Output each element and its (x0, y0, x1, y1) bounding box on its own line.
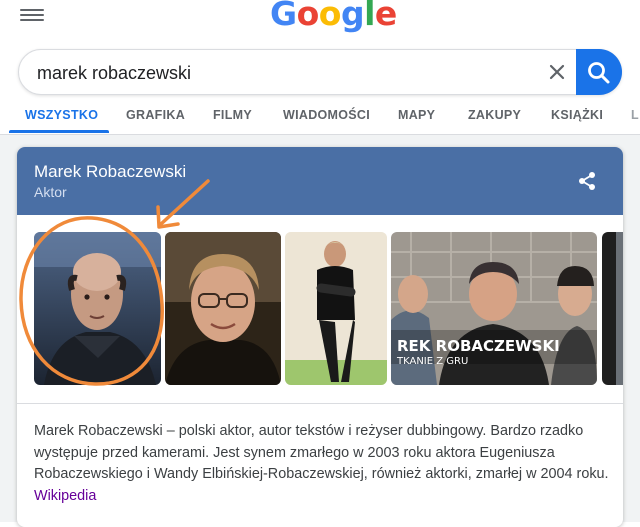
tab-mapy[interactable]: MAPY (398, 108, 435, 122)
person-photo-5[interactable] (602, 232, 623, 385)
person-photo-4[interactable]: REK ROBACZEWSKI TKANIE Z GRU (391, 232, 597, 385)
share-icon[interactable] (577, 171, 597, 191)
search-input[interactable] (35, 60, 539, 86)
knowledge-panel: Marek Robaczewski Aktor REK ROBACZEWSKI … (17, 147, 623, 527)
tab-zakupy[interactable]: ZAKUPY (468, 108, 521, 122)
entity-title[interactable]: Marek Robaczewski (34, 162, 186, 182)
tab-filmy[interactable]: FILMY (213, 108, 252, 122)
entity-description: Marek Robaczewski – polski aktor, autor … (34, 421, 610, 507)
image-carousel: REK ROBACZEWSKI TKANIE Z GRU (17, 215, 623, 395)
tab-overflow-partial[interactable]: L (631, 108, 639, 122)
close-icon[interactable] (545, 60, 569, 84)
search-tabs: WSZYSTKO GRAFIKA FILMY WIADOMOŚCI MAPY Z… (0, 100, 640, 134)
active-tab-indicator (9, 130, 109, 133)
tab-wiadomosci[interactable]: WIADOMOŚCI (283, 108, 370, 122)
logo-letter-o1: o (296, 0, 320, 33)
tab-grafika[interactable]: GRAFIKA (126, 108, 185, 122)
search-box (18, 49, 622, 95)
hamburger-menu-icon[interactable] (20, 6, 44, 24)
knowledge-panel-header: Marek Robaczewski Aktor (17, 147, 623, 215)
logo-letter-g2: g (340, 0, 365, 33)
person-photo-1[interactable] (34, 232, 161, 385)
entity-subtitle: Aktor (34, 184, 67, 200)
logo-letter-e: e (374, 0, 397, 33)
logo-letter-g: G (270, 0, 297, 33)
card-divider (17, 403, 623, 404)
person-photo-2[interactable] (165, 232, 281, 385)
person-photo-3[interactable] (285, 232, 387, 385)
tab-ksiazki[interactable]: KSIĄŻKI (551, 108, 603, 122)
search-button[interactable] (576, 49, 622, 95)
google-logo[interactable]: Google (270, 0, 397, 33)
logo-letter-o2: o (318, 0, 342, 33)
logo-letter-l: l (364, 0, 375, 33)
image-overlay-subtitle: TKANIE Z GRU (397, 356, 469, 367)
description-text: Marek Robaczewski – polski aktor, autor … (34, 423, 609, 482)
wikipedia-link[interactable]: Wikipedia (34, 488, 96, 504)
search-icon (588, 62, 610, 84)
tab-wszystko[interactable]: WSZYSTKO (25, 108, 98, 122)
image-overlay-title: REK ROBACZEWSKI (397, 337, 560, 355)
